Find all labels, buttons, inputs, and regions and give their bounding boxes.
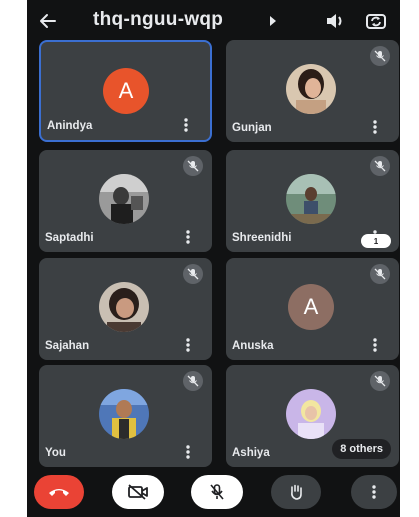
camera-off-icon <box>128 484 148 500</box>
participant-name: Ashiya <box>232 447 270 459</box>
participant-name: Anindya <box>47 120 93 132</box>
participant-tile-saptadhi[interactable]: Saptadhi <box>39 150 212 252</box>
meet-screen: thq-nguu-wqp A Anindya Gunjan Saptadhi S… <box>27 0 400 517</box>
participant-name: Sajahan <box>45 340 90 352</box>
more-vert-icon[interactable] <box>182 444 194 460</box>
participant-name: Shreenidhi <box>232 232 292 244</box>
participant-name: Gunjan <box>232 122 272 134</box>
participant-tile-anuska[interactable]: A Anuska <box>226 258 399 360</box>
others-count-chip[interactable]: 8 others <box>332 439 391 459</box>
mic-off-icon <box>370 371 390 391</box>
participant-tile-anindya[interactable]: A Anindya <box>39 40 212 142</box>
more-vert-icon[interactable] <box>182 337 194 353</box>
avatar <box>286 174 336 224</box>
back-arrow-icon <box>40 14 56 28</box>
raise-hand-icon <box>291 484 302 500</box>
more-vert-icon[interactable] <box>180 117 192 133</box>
call-controls <box>27 470 400 517</box>
switch-camera-button[interactable] <box>363 8 389 34</box>
participant-tile-sajahan[interactable]: Sajahan <box>39 258 212 360</box>
more-vert-icon[interactable] <box>182 229 194 245</box>
more-vert-icon[interactable] <box>369 337 381 353</box>
caret-right-icon[interactable] <box>267 14 279 28</box>
mic-off-icon <box>183 156 203 176</box>
mic-off-icon <box>370 46 390 66</box>
mic-off-icon <box>183 371 203 391</box>
avatar <box>286 389 336 439</box>
participant-name: Anuska <box>232 340 274 352</box>
more-vert-icon[interactable] <box>369 119 381 135</box>
more-vert-icon <box>372 485 376 499</box>
avatar <box>286 64 336 114</box>
mic-off-icon <box>370 156 390 176</box>
end-call-button[interactable] <box>34 475 84 509</box>
mic-off-icon <box>210 484 224 500</box>
avatar <box>99 174 149 224</box>
end-call-icon <box>49 489 69 496</box>
more-options-button[interactable] <box>351 475 397 509</box>
back-button[interactable] <box>35 8 61 34</box>
speaker-button[interactable] <box>323 9 347 33</box>
top-bar: thq-nguu-wqp <box>27 0 400 40</box>
mic-toggle-button[interactable] <box>191 475 243 509</box>
floating-count-chip[interactable]: 1 <box>361 234 391 248</box>
speaker-icon <box>327 14 342 28</box>
participant-name: Saptadhi <box>45 232 94 244</box>
mic-off-icon <box>370 264 390 284</box>
participant-tile-ashiya[interactable]: Ashiya 8 others <box>226 365 399 467</box>
camera-toggle-button[interactable] <box>112 475 164 509</box>
raise-hand-button[interactable] <box>271 475 321 509</box>
participant-tile-you[interactable]: You <box>39 365 212 467</box>
avatar <box>99 389 149 439</box>
avatar: A <box>103 68 149 114</box>
switch-camera-icon <box>366 14 386 29</box>
avatar: A <box>288 284 334 330</box>
participant-name: You <box>45 447 66 459</box>
avatar <box>99 282 149 332</box>
meeting-code[interactable]: thq-nguu-wqp <box>93 9 223 31</box>
mic-off-icon <box>183 264 203 284</box>
participant-tile-gunjan[interactable]: Gunjan <box>226 40 399 142</box>
